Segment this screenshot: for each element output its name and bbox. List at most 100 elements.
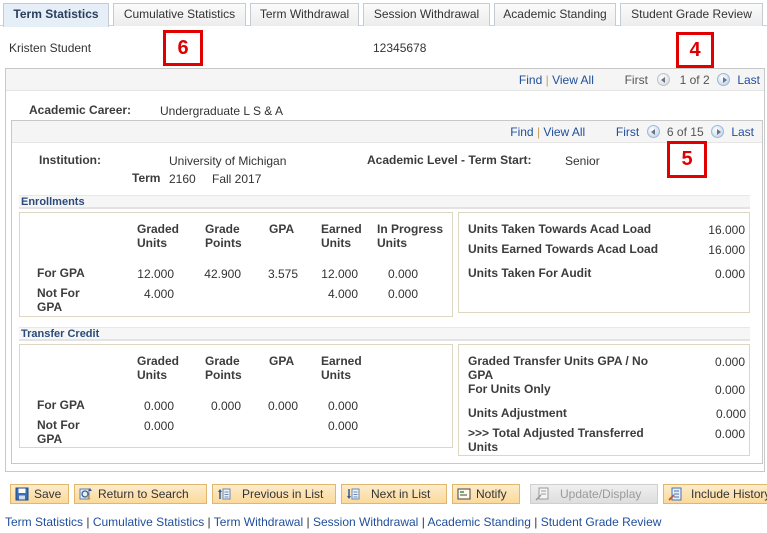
cell-value: 0.000 — [327, 419, 358, 433]
cell-value: 3.575 — [267, 267, 298, 281]
summary-label: For Units Only — [468, 382, 551, 396]
summary-value: 16.000 — [708, 223, 745, 237]
return-to-search-icon — [79, 487, 93, 501]
career-nav-bar: Find | View All First 1 of 2 Last — [6, 69, 764, 91]
summary-label: Units Earned Towards Acad Load — [468, 242, 659, 256]
career-view-all-link[interactable]: View All — [552, 73, 594, 87]
footer-link-academic-standing[interactable]: Academic Standing — [427, 515, 530, 529]
notify-label: Notify — [476, 487, 507, 501]
tab-session-withdrawal[interactable]: Session Withdrawal — [363, 3, 490, 26]
term-last-link[interactable]: Last — [731, 125, 754, 139]
tab-term-withdrawal[interactable]: Term Withdrawal — [250, 3, 359, 26]
cell-value: 0.000 — [143, 399, 174, 413]
summary-label: Graded Transfer Units GPA / No GPA — [468, 354, 649, 382]
cell-value: 0.000 — [327, 399, 358, 413]
callout-marker: 4 — [676, 32, 714, 68]
footer-separator: | — [207, 515, 211, 529]
cell-value: 12.000 — [137, 267, 174, 281]
row-label: For GPA — [37, 398, 85, 412]
include-history-label: Include History — [691, 487, 767, 501]
cell-value: 4.000 — [327, 287, 358, 301]
transfer-credit-table: Graded Units Grade Points GPA Earned Uni… — [19, 344, 453, 448]
summary-value: 0.000 — [714, 383, 745, 397]
cell-value: 0.000 — [387, 267, 418, 281]
career-position: 1 of 2 — [679, 73, 710, 87]
term-position: 6 of 15 — [666, 125, 704, 139]
tab-term-statistics[interactable]: Term Statistics — [3, 3, 109, 27]
next-arrow-icon[interactable] — [710, 125, 724, 138]
column-header: Earned Units — [321, 354, 362, 382]
column-header: Earned Units — [321, 222, 362, 250]
footer-link-session-withdrawal[interactable]: Session Withdrawal — [313, 515, 418, 529]
tab-student-grade-review[interactable]: Student Grade Review — [620, 3, 763, 26]
term-find-link[interactable]: Find — [510, 125, 533, 139]
footer-link-term-statistics[interactable]: Term Statistics — [5, 515, 83, 529]
summary-value: 16.000 — [708, 243, 745, 257]
career-first-link: First — [624, 73, 648, 87]
cell-value: 12.000 — [321, 267, 358, 281]
previous-arrow-icon — [657, 73, 671, 86]
previous-in-list-label: Previous in List — [242, 487, 324, 501]
footer-separator: | — [534, 515, 538, 529]
enrollments-table: Graded Units Grade Points GPA Earned Uni… — [19, 212, 453, 317]
cell-value: 0.000 — [387, 287, 418, 301]
notify-icon — [457, 487, 471, 501]
enrollments-summary: Units Taken Towards Acad Load 16.000 Uni… — [458, 212, 750, 313]
academic-level-value: Senior — [565, 154, 600, 168]
include-history-button[interactable]: Include History — [663, 484, 767, 504]
summary-value: 0.000 — [714, 355, 745, 369]
transfer-credit-summary: Graded Transfer Units GPA / No GPA 0.000… — [458, 344, 750, 456]
cell-value: 4.000 — [143, 287, 174, 301]
previous-in-list-icon — [217, 487, 231, 501]
career-last-link[interactable]: Last — [737, 73, 760, 87]
column-header: Grade Points — [205, 222, 242, 250]
term-code: 2160 — [169, 172, 196, 186]
column-header: GPA — [269, 354, 295, 368]
save-icon — [15, 487, 29, 501]
next-in-list-icon — [346, 487, 360, 501]
return-to-search-label: Return to Search — [98, 487, 189, 501]
tab-cumulative-statistics[interactable]: Cumulative Statistics — [113, 3, 246, 26]
term-first-link[interactable]: First — [616, 125, 639, 139]
previous-arrow-icon[interactable] — [646, 125, 660, 138]
summary-label: Units Adjustment — [468, 406, 567, 420]
term-view-all-link[interactable]: View All — [543, 125, 585, 139]
next-in-list-button[interactable]: Next in List — [341, 484, 447, 504]
cell-value: 0.000 — [210, 399, 241, 413]
footer-separator: | — [86, 515, 90, 529]
summary-label: >>> Total Adjusted Transferred Units — [468, 426, 644, 454]
include-history-icon — [668, 487, 682, 501]
enrollments-header: Enrollments — [19, 195, 750, 209]
nav-separator: | — [545, 73, 549, 87]
tab-bar: Term Statistics Cumulative Statistics Te… — [0, 0, 767, 27]
column-header: Grade Points — [205, 354, 242, 382]
footer-link-term-withdrawal[interactable]: Term Withdrawal — [214, 515, 303, 529]
cell-value: 42.900 — [204, 267, 241, 281]
footer-separator: | — [306, 515, 310, 529]
update-display-button[interactable]: Update/Display — [530, 484, 658, 504]
save-button[interactable]: Save — [10, 484, 69, 504]
academic-career-label: Academic Career: — [29, 103, 132, 117]
footer-link-cumulative-statistics[interactable]: Cumulative Statistics — [93, 515, 204, 529]
notify-button[interactable]: Notify — [452, 484, 520, 504]
summary-label: Units Taken For Audit — [468, 266, 592, 280]
return-to-search-button[interactable]: Return to Search — [74, 484, 207, 504]
update-display-icon — [535, 487, 549, 501]
callout-marker: 5 — [667, 141, 707, 178]
column-header: GPA — [269, 222, 295, 236]
summary-label: Units Taken Towards Acad Load — [468, 222, 652, 236]
transfer-credit-header: Transfer Credit — [19, 327, 750, 341]
next-arrow-icon[interactable] — [716, 73, 730, 86]
row-label: For GPA — [37, 266, 85, 280]
column-header: In Progress Units — [377, 222, 444, 250]
summary-value: 0.000 — [715, 407, 746, 421]
nav-separator: | — [536, 125, 541, 139]
term-scroll-area: Find | View All First 6 of 15 Last Insti… — [11, 120, 763, 464]
career-find-link[interactable]: Find — [519, 73, 542, 87]
cell-value: 0.000 — [143, 419, 174, 433]
institution-label: Institution: — [39, 153, 101, 167]
previous-in-list-button[interactable]: Previous in List — [212, 484, 336, 504]
footer-link-student-grade-review[interactable]: Student Grade Review — [541, 515, 662, 529]
student-id: 12345678 — [373, 41, 427, 55]
tab-academic-standing[interactable]: Academic Standing — [494, 3, 616, 26]
